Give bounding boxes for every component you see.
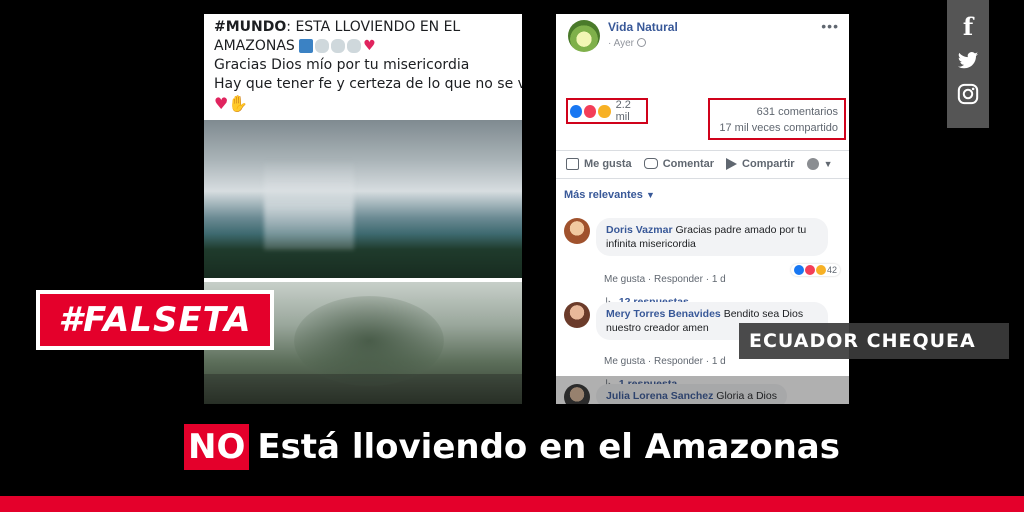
comment-meta: Me gusta · Responder · 1 d bbox=[604, 274, 726, 285]
comment-author[interactable]: Mery Torres Benavides bbox=[606, 308, 721, 320]
rain-cloud-icon bbox=[315, 39, 330, 53]
thumbs-up-icon bbox=[566, 157, 579, 170]
comment-icon bbox=[643, 158, 658, 169]
post-line4: Hay que tener fe y certeza de lo que no … bbox=[214, 76, 522, 92]
share-button[interactable]: Compartir bbox=[726, 157, 795, 170]
ecuador-chequea-label: ECUADOR CHEQUEA bbox=[749, 330, 976, 352]
bottom-accent-bar bbox=[0, 496, 1024, 512]
instagram-icon[interactable] bbox=[956, 82, 980, 106]
post-line3: Gracias Dios mío por tu misericordia bbox=[214, 57, 470, 73]
comment-reactions[interactable]: 42 bbox=[790, 264, 840, 276]
headline-text: Está lloviendo en el Amazonas bbox=[257, 427, 840, 467]
page-avatar[interactable] bbox=[568, 20, 600, 52]
comment-reply-link[interactable]: Responder bbox=[654, 356, 703, 367]
caret-down-icon: ▼ bbox=[645, 190, 655, 200]
more-options-icon[interactable]: ••• bbox=[821, 18, 839, 34]
like-reaction-icon bbox=[570, 104, 583, 118]
falseta-label: #FALSETA bbox=[40, 294, 270, 346]
ecuador-chequea-logo: ECUADOR CHEQUEA bbox=[739, 323, 1009, 359]
facebook-icon[interactable]: f bbox=[956, 12, 980, 41]
sad-reaction-icon bbox=[598, 104, 611, 118]
comment-sort[interactable]: Más relevantes ▼ bbox=[556, 178, 849, 208]
comment-time[interactable]: 1 d bbox=[712, 356, 726, 367]
weather-emojis: ♥ bbox=[299, 39, 376, 53]
social-links-bar: f bbox=[947, 0, 989, 128]
post-action-bar: Me gusta Comentar Compartir ▼ bbox=[556, 150, 849, 176]
comment-meta: Me gusta · Responder · 1 d bbox=[604, 356, 726, 367]
comment-bubble: Doris Vazmar Gracias padre amado por tu … bbox=[596, 218, 828, 256]
comment-button[interactable]: Comentar bbox=[643, 158, 714, 170]
avatar[interactable] bbox=[564, 302, 590, 328]
post-headline-line2: AMAZONAS bbox=[214, 38, 295, 54]
reaction-profile-selector[interactable]: ▼ bbox=[806, 157, 833, 170]
share-icon bbox=[726, 157, 738, 170]
comment-reply-link[interactable]: Responder bbox=[654, 274, 703, 285]
avatar[interactable] bbox=[564, 218, 590, 244]
rain-cloud-icon bbox=[347, 39, 362, 53]
globe-icon bbox=[636, 38, 646, 47]
like-button[interactable]: Me gusta bbox=[566, 157, 632, 170]
comment-like-link[interactable]: Me gusta bbox=[604, 356, 645, 367]
rain-cloud-icon bbox=[331, 39, 346, 53]
reactions-count: 2.2 mil bbox=[615, 99, 631, 123]
profile-icon bbox=[806, 157, 819, 170]
heart-icon: ♥ bbox=[214, 94, 229, 113]
engagement-stats: 631 comentarios 17 mil veces compartido bbox=[708, 98, 846, 140]
heart-icon: ♥ bbox=[363, 38, 376, 54]
fact-check-headline: NO Está lloviendo en el Amazonas bbox=[0, 418, 1024, 476]
post-time[interactable]: · Ayer bbox=[608, 38, 646, 49]
shares-count-link[interactable]: 17 mil veces compartido bbox=[710, 120, 838, 136]
reactions-summary[interactable]: 2.2 mil bbox=[566, 98, 648, 124]
caret-down-icon: ▼ bbox=[823, 158, 833, 169]
page-name-link[interactable]: Vida Natural bbox=[608, 20, 678, 34]
comments-count-link[interactable]: 631 comentarios bbox=[710, 104, 838, 120]
map-emoji-icon bbox=[299, 39, 314, 53]
sad-reaction-icon bbox=[815, 265, 826, 275]
post-headline-line1: : ESTA LLOVIENDO EN EL bbox=[286, 19, 461, 35]
post-hashtag[interactable]: #MUNDO bbox=[214, 19, 286, 35]
rain-over-forest-photo bbox=[204, 120, 522, 278]
verdict-label: NO bbox=[183, 424, 250, 470]
falseta-badge: #FALSETA bbox=[36, 290, 274, 350]
clapping-hands-icon: ✋ bbox=[228, 94, 249, 113]
left-post-text: #MUNDO: ESTA LLOVIENDO EN EL AMAZONAS ♥ … bbox=[204, 14, 522, 120]
love-reaction-icon bbox=[584, 104, 597, 118]
comment-author[interactable]: Doris Vazmar bbox=[606, 224, 673, 236]
comment-like-link[interactable]: Me gusta bbox=[604, 274, 645, 285]
like-reaction-icon bbox=[793, 265, 804, 275]
comment-time[interactable]: 1 d bbox=[712, 274, 726, 285]
twitter-icon[interactable] bbox=[956, 48, 980, 72]
love-reaction-icon bbox=[804, 265, 815, 275]
